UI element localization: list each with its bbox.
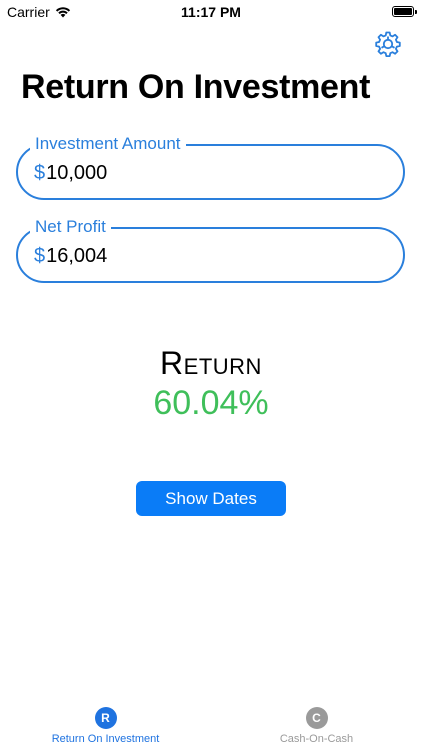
tab-bar: R Return On Investment C Cash-On-Cash (0, 700, 422, 750)
settings-button[interactable] (374, 30, 402, 58)
investment-amount-value-group: $ 10,000 (34, 161, 107, 185)
tab-label: Cash-On-Cash (279, 733, 354, 745)
investment-amount-field[interactable]: Investment Amount $ 10,000 (16, 134, 405, 200)
net-profit-field[interactable]: Net Profit $ 16,004 (16, 217, 405, 283)
gear-icon (375, 31, 401, 57)
return-label: Return (160, 345, 262, 381)
status-bar: Carrier 11:17 PM (0, 0, 422, 24)
net-profit-input[interactable]: 16,004 (46, 244, 107, 268)
return-value: 60.04% (153, 384, 269, 422)
r-badge-icon: R (94, 707, 117, 729)
c-badge-icon: C (305, 707, 328, 729)
currency-symbol: $ (34, 162, 46, 184)
battery-icon (392, 6, 417, 17)
currency-symbol: $ (34, 245, 46, 267)
status-time: 11:17 PM (181, 4, 241, 20)
net-profit-value-group: $ 16,004 (34, 244, 107, 268)
investment-amount-label: Investment Amount (30, 134, 186, 154)
tab-cash-on-cash[interactable]: C Cash-On-Cash (211, 707, 422, 745)
tab-return-on-investment[interactable]: R Return On Investment (0, 707, 211, 745)
show-dates-button[interactable]: Show Dates (136, 481, 286, 516)
tab-label: Return On Investment (51, 733, 160, 745)
page-title: Return On Investment (21, 68, 371, 106)
investment-amount-input[interactable]: 10,000 (46, 161, 107, 185)
net-profit-label: Net Profit (30, 217, 111, 237)
